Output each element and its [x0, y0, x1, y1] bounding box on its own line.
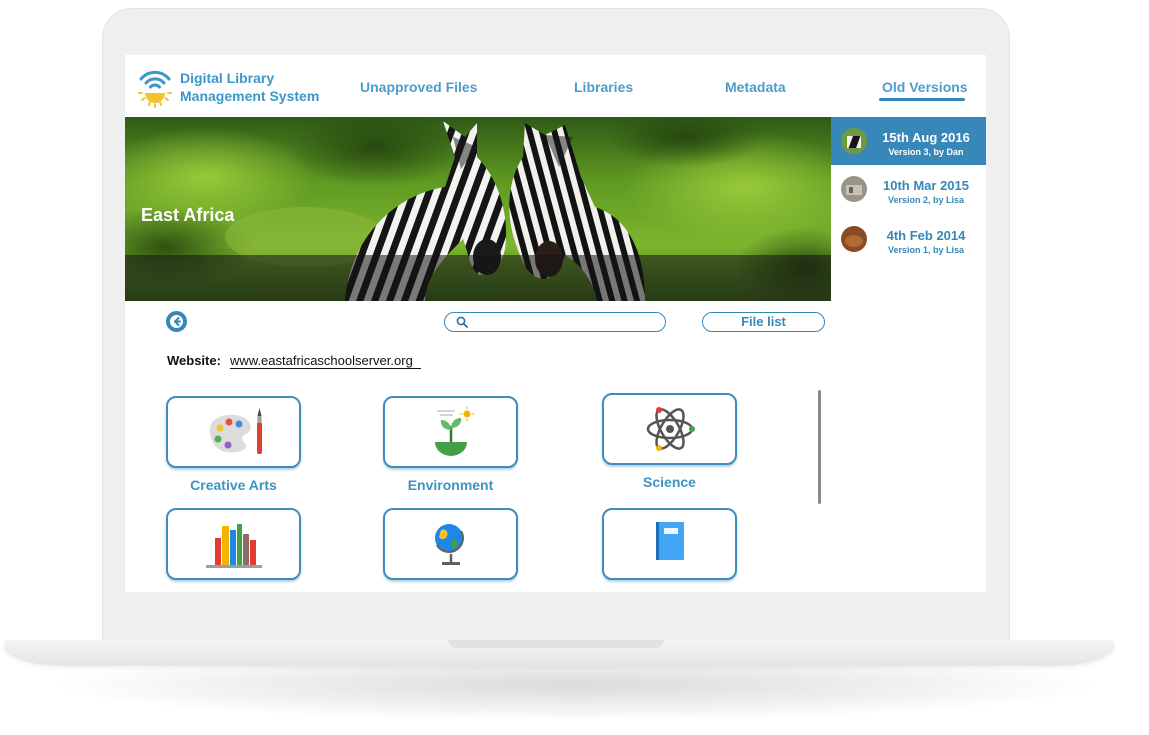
brand-name[interactable]: Digital Library Management System — [180, 69, 319, 105]
back-button[interactable] — [166, 311, 187, 332]
scrollbar[interactable] — [818, 390, 821, 504]
search-box[interactable] — [444, 312, 666, 332]
brand-line-2: Management System — [180, 88, 320, 104]
version-author: Version 3, by Dan — [888, 147, 964, 157]
version-history-panel: 15th Aug 2016 Version 3, by Dan 10th Mar… — [831, 117, 986, 592]
nav-libraries[interactable]: Libraries — [574, 79, 633, 95]
plant-icon — [435, 406, 475, 456]
version-item-3[interactable]: 4th Feb 2014 Version 1, by Lisa — [831, 215, 986, 263]
nav-metadata[interactable]: Metadata — [725, 79, 786, 95]
logo-icon — [138, 70, 172, 108]
file-list-button[interactable]: File list — [702, 312, 825, 332]
top-header: Digital Library Management System Unappr… — [125, 55, 986, 117]
search-input[interactable] — [473, 315, 659, 329]
hero-caption-band — [125, 255, 831, 301]
category-tile-environment[interactable] — [383, 396, 518, 468]
version-thumbnail — [841, 226, 867, 252]
arrow-left-icon — [170, 315, 183, 328]
nav-active-indicator — [879, 98, 965, 101]
book-icon — [656, 522, 684, 560]
category-label[interactable]: Science — [602, 474, 737, 490]
hero-title: East Africa — [141, 205, 235, 225]
website-link[interactable]: www.eastafricaschoolserver.org — [230, 353, 421, 369]
palette-icon — [209, 408, 262, 454]
version-date: 10th Mar 2015 — [883, 178, 969, 193]
version-author: Version 2, by Lisa — [887, 195, 965, 205]
atom-icon — [646, 407, 695, 451]
laptop-notch — [448, 640, 664, 648]
website-label: Website: — [167, 353, 221, 368]
category-tile-globe[interactable] — [383, 508, 518, 580]
nav-old-versions[interactable]: Old Versions — [882, 79, 968, 95]
books-icon — [206, 524, 262, 568]
app-screen: Digital Library Management System Unappr… — [125, 55, 986, 592]
version-item-2[interactable]: 10th Mar 2015 Version 2, by Lisa — [831, 165, 986, 213]
category-label[interactable]: Environment — [383, 477, 518, 493]
version-thumbnail — [841, 128, 867, 154]
category-tile-creative-arts[interactable] — [166, 396, 301, 468]
category-tile-science[interactable] — [602, 393, 737, 465]
globe-icon — [435, 524, 464, 565]
nav-unapproved-files[interactable]: Unapproved Files — [360, 79, 477, 95]
version-author: Version 1, by Lisa — [887, 245, 965, 255]
version-item-1[interactable]: 15th Aug 2016 Version 3, by Dan — [831, 117, 986, 165]
version-thumbnail — [841, 176, 867, 202]
category-label[interactable]: Creative Arts — [166, 477, 301, 493]
category-tile-books[interactable] — [166, 508, 301, 580]
brand-line-1: Digital Library — [180, 70, 275, 86]
version-date: 15th Aug 2016 — [882, 130, 970, 145]
version-date: 4th Feb 2014 — [886, 228, 966, 243]
search-icon — [456, 316, 468, 328]
category-tile-book[interactable] — [602, 508, 737, 580]
